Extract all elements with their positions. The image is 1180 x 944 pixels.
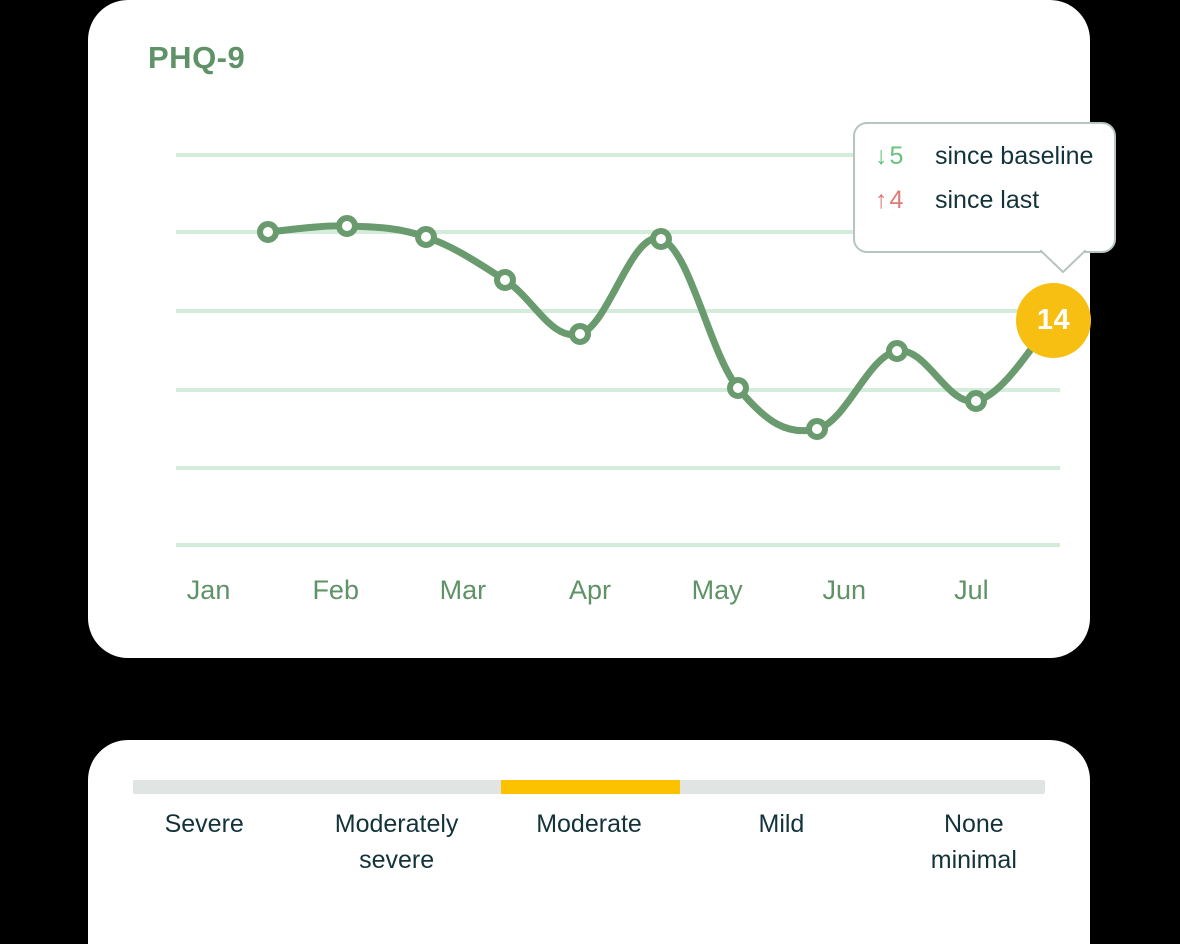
severity-segment-3[interactable] (680, 780, 817, 794)
delta-last-arrow: ↑ (875, 186, 890, 214)
x-tick-apr: Apr (568, 575, 611, 605)
arrow-up-icon: ↑4 (875, 186, 935, 215)
change-tooltip: ↓5 since baseline ↑4 since last (853, 122, 1116, 273)
severity-label-moderate: Moderate (493, 806, 685, 878)
severity-label-none-minimal-text: None minimal (930, 810, 1017, 874)
arrow-down-icon: ↓5 (875, 142, 935, 171)
severity-label-severe-text: Severe (164, 810, 244, 838)
data-point[interactable] (494, 269, 516, 291)
x-tick-jan: Jan (186, 575, 231, 605)
x-tick-may: May (691, 575, 743, 605)
data-point[interactable] (650, 228, 672, 250)
severity-segment-4[interactable] (817, 780, 1045, 794)
app-root: PHQ-9 Jan Feb Mar Apr May Jun Jul ↓5 sin… (0, 0, 1180, 944)
data-point[interactable] (806, 418, 828, 440)
delta-baseline-label: since baseline (935, 142, 1094, 170)
delta-baseline-value: 5 (889, 142, 906, 170)
data-point[interactable] (257, 221, 279, 243)
data-point[interactable] (727, 377, 749, 399)
severity-label-none-minimal: None minimal (878, 806, 1070, 878)
series-line (264, 222, 1057, 435)
severity-label-moderately-severe-text: Moderately severe (334, 810, 459, 874)
delta-baseline-arrow: ↓ (875, 142, 890, 170)
severity-scale-card: Severe Moderately severe Moderate Mild No… (88, 740, 1090, 944)
delta-last-label: since last (935, 186, 1040, 214)
severity-segment-0[interactable] (133, 780, 354, 794)
current-score-badge[interactable]: 14 (1016, 283, 1091, 358)
x-axis-labels: Jan Feb Mar Apr May Jun Jul (145, 565, 1035, 615)
x-tick-mar: Mar (439, 575, 487, 605)
severity-segment-1[interactable] (353, 780, 502, 794)
tooltip-row-baseline: ↓5 since baseline (875, 142, 1094, 186)
severity-label-mild-text: Mild (758, 810, 805, 838)
tooltip-row-last: ↑4 since last (875, 186, 1094, 230)
delta-last-value: 4 (889, 186, 906, 214)
data-point[interactable] (965, 390, 987, 412)
severity-labels: Severe Moderately severe Moderate Mild No… (108, 806, 1070, 878)
tooltip-pointer-icon (1040, 250, 1086, 273)
data-point[interactable] (415, 226, 437, 248)
x-tick-jun: Jun (822, 575, 867, 605)
data-point[interactable] (336, 215, 358, 237)
severity-label-moderate-text: Moderate (536, 810, 642, 838)
data-point[interactable] (569, 323, 591, 345)
severity-label-moderately-severe: Moderately severe (300, 806, 492, 878)
phq9-chart-card: PHQ-9 Jan Feb Mar Apr May Jun Jul ↓5 sin… (88, 0, 1116, 658)
data-point[interactable] (886, 340, 908, 362)
severity-label-severe: Severe (108, 806, 300, 878)
page-title: PHQ-9 (148, 40, 246, 75)
x-tick-jul: Jul (954, 575, 989, 605)
severity-segment-2[interactable] (501, 780, 681, 794)
severity-label-mild: Mild (685, 806, 877, 878)
x-tick-feb: Feb (312, 575, 359, 605)
severity-bar (133, 780, 1045, 794)
